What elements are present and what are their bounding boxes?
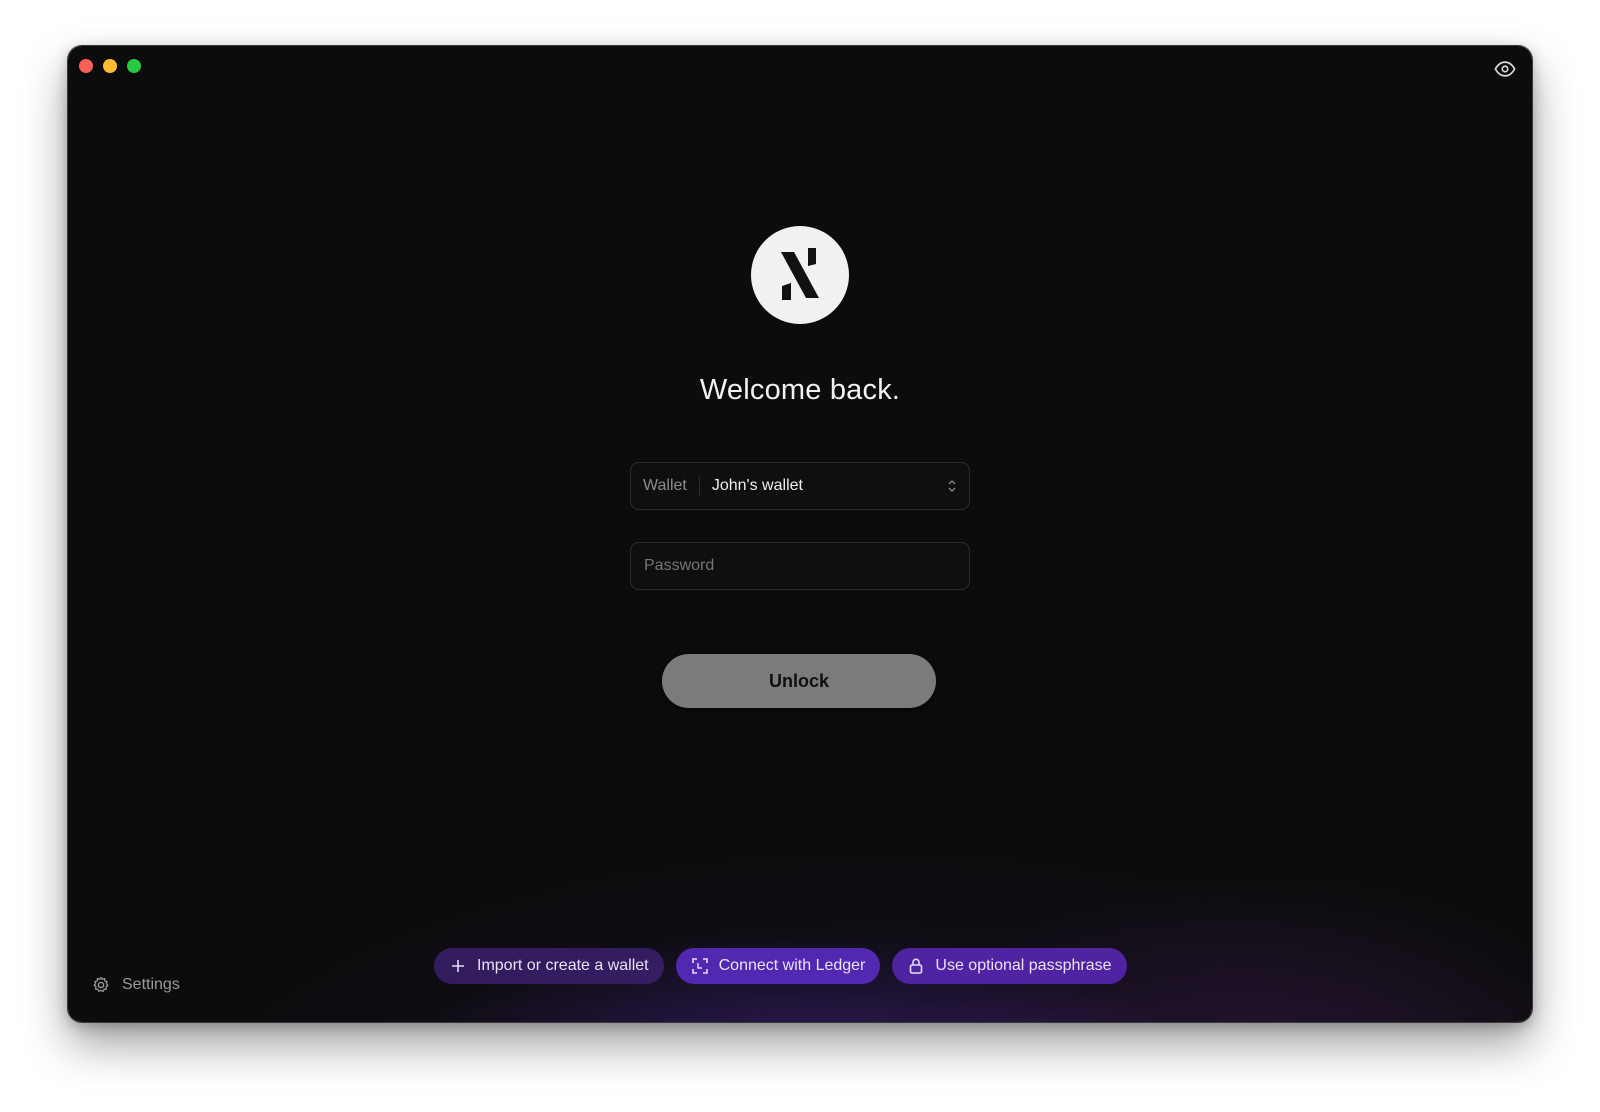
wallet-selected-value: John's wallet bbox=[711, 477, 803, 494]
close-window-button[interactable] bbox=[79, 59, 93, 73]
app-logo bbox=[751, 226, 849, 324]
minimize-window-button[interactable] bbox=[103, 59, 117, 73]
page-title: Welcome back. bbox=[699, 374, 901, 406]
plus-icon bbox=[452, 960, 464, 972]
password-field bbox=[630, 542, 970, 590]
wallet-label: Wallet bbox=[643, 477, 687, 494]
secondary-actions: Import or create a wallet Connect with L… bbox=[434, 948, 1127, 984]
connect-ledger-button[interactable]: Connect with Ledger bbox=[675, 948, 881, 984]
settings-button[interactable]: Settings bbox=[92, 976, 180, 994]
maximize-window-button[interactable] bbox=[127, 59, 141, 73]
wallet-select[interactable]: Wallet John's wallet bbox=[630, 462, 970, 510]
gear-icon bbox=[93, 976, 109, 993]
lock-icon bbox=[910, 958, 923, 974]
connect-ledger-label: Connect with Ledger bbox=[718, 957, 866, 974]
settings-label: Settings bbox=[122, 976, 180, 993]
import-wallet-label: Import or create a wallet bbox=[477, 957, 649, 974]
app-window: Welcome back. Wallet John's wallet Unloc… bbox=[67, 45, 1533, 1023]
optional-passphrase-label: Use optional passphrase bbox=[935, 957, 1112, 974]
eye-icon[interactable] bbox=[1494, 60, 1516, 78]
chevron-up-down-icon bbox=[948, 480, 956, 492]
window-controls bbox=[79, 59, 141, 73]
background-glow bbox=[68, 46, 1532, 1022]
import-wallet-button[interactable]: Import or create a wallet bbox=[434, 948, 664, 984]
app-logo-icon bbox=[781, 248, 819, 300]
scan-frame-icon bbox=[691, 958, 708, 974]
unlock-button[interactable]: Unlock bbox=[662, 654, 936, 708]
optional-passphrase-button[interactable]: Use optional passphrase bbox=[892, 948, 1127, 984]
password-input[interactable] bbox=[631, 542, 969, 590]
